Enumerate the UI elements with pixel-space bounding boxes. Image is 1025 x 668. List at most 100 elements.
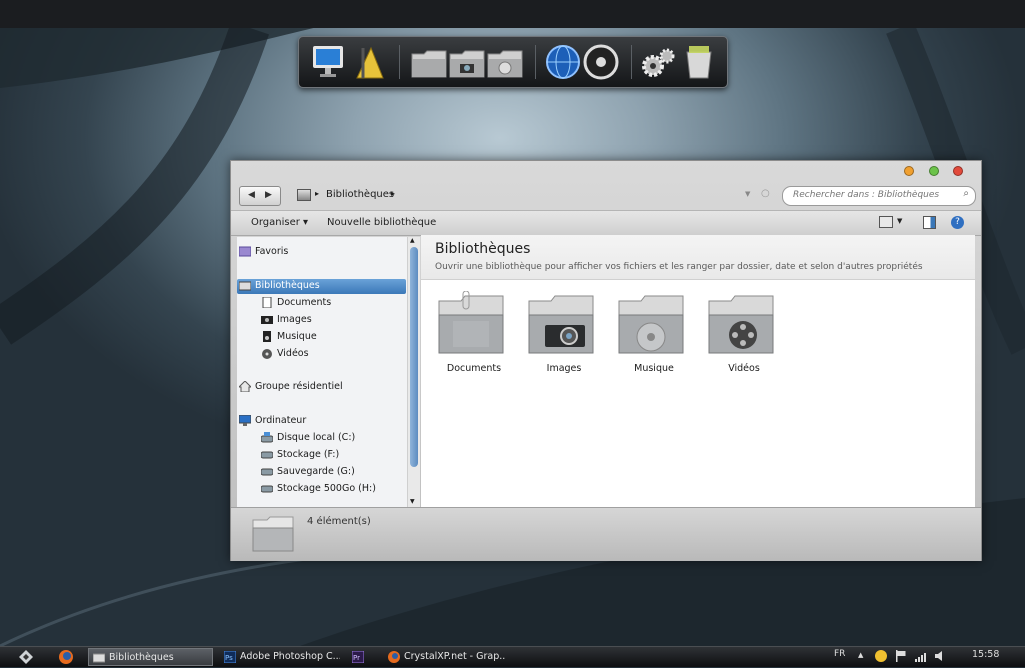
music-icon <box>263 331 271 342</box>
nav-item-documents[interactable]: Documents <box>262 297 331 308</box>
system-drive-icon <box>261 432 273 443</box>
page-subtitle: Ouvrir une bibliothèque pour afficher vo… <box>435 262 923 272</box>
svg-text:Ps: Ps <box>225 654 233 662</box>
breadcrumb-libraries[interactable]: Bibliothèques <box>326 189 394 200</box>
back-forward-buttons: ◀ ▶ <box>239 186 281 206</box>
nav-item-libraries[interactable]: Bibliothèques <box>239 280 320 291</box>
close-button[interactable] <box>953 166 963 176</box>
top-bar <box>0 0 1025 28</box>
firefox-quicklaunch[interactable] <box>58 649 74 665</box>
help-icon[interactable]: ? <box>951 216 964 229</box>
tile-label: Vidéos <box>728 363 760 374</box>
new-library-button[interactable]: Nouvelle bibliothèque <box>327 217 436 228</box>
computer-icon[interactable] <box>311 42 351 82</box>
tile-label: Musique <box>634 363 674 374</box>
preview-pane-icon[interactable] <box>923 216 936 229</box>
svg-text:Pr: Pr <box>353 654 360 662</box>
network-signal-icon[interactable] <box>914 649 928 666</box>
trash-icon[interactable] <box>679 42 719 82</box>
scroll-down-icon[interactable]: ▼ <box>410 498 415 505</box>
nav-item-computer[interactable]: Ordinateur <box>239 415 306 426</box>
photoshop-icon: Ps <box>224 651 236 663</box>
settings-gears-icon[interactable] <box>639 42 679 82</box>
navigation-pane: Favoris Bibliothèques Documents Images M… <box>237 237 407 507</box>
nav-item-videos[interactable]: Vidéos <box>262 348 309 359</box>
tile-label: Documents <box>446 363 502 374</box>
nav-item-favorites[interactable]: Favoris <box>239 246 288 257</box>
music-folder-icon <box>618 295 684 354</box>
explorer-window: ◀ ▶ ▸ Bibliothèques ▸ ▼ ○ ⌕ Organiser ▾ … <box>230 160 982 561</box>
videos-folder-icon <box>708 295 774 354</box>
nav-item-images[interactable]: Images <box>261 314 312 325</box>
maximize-button[interactable] <box>928 166 939 176</box>
organize-button[interactable]: Organiser ▾ <box>251 217 308 228</box>
nav-item-homegroup[interactable]: Groupe résidentiel <box>239 381 343 392</box>
browser-globe-icon[interactable] <box>543 42 583 82</box>
nav-item-music[interactable]: Musique <box>263 331 317 342</box>
action-center-flag-icon[interactable] <box>895 649 907 666</box>
documents-folder-icon[interactable] <box>409 42 449 82</box>
back-arrow-icon[interactable]: ◀ <box>248 190 255 200</box>
search-input[interactable] <box>791 189 955 201</box>
music-folder-icon[interactable] <box>485 42 525 82</box>
command-bar: Organiser ▾ Nouvelle bibliothèque ▼ ? <box>231 210 981 236</box>
window-controls <box>893 166 963 179</box>
tools-icon[interactable] <box>349 42 389 82</box>
libraries-icon <box>93 653 105 663</box>
firefox-icon <box>59 650 73 664</box>
forward-arrow-icon[interactable]: ▶ <box>265 190 272 200</box>
breadcrumb-dropdown-icon[interactable]: ▸ <box>391 189 395 198</box>
hard-drive-icon <box>261 451 273 459</box>
task-premiere[interactable]: Pr <box>348 648 376 666</box>
tray-expand-icon[interactable]: ▲ <box>858 651 863 659</box>
details-pane: 4 élément(s) <box>231 507 981 561</box>
libraries-folder-icon <box>252 516 294 552</box>
libraries-icon <box>297 189 311 201</box>
view-options-icon[interactable] <box>879 216 893 228</box>
breadcrumb-separator-icon: ▸ <box>315 189 320 198</box>
film-reel-icon <box>262 349 272 359</box>
history-dropdown-icon[interactable]: ▼ <box>745 190 750 198</box>
task-photoshop[interactable]: Ps Adobe Photoshop C... <box>220 648 340 666</box>
start-button[interactable] <box>18 649 34 665</box>
premiere-icon: Pr <box>352 651 364 663</box>
library-tile-music[interactable]: Musique <box>613 291 695 374</box>
library-tile-videos[interactable]: Vidéos <box>703 291 785 374</box>
nav-item-drive-g[interactable]: Sauvegarde (G:) <box>261 466 355 477</box>
volume-icon[interactable] <box>934 649 948 666</box>
task-explorer[interactable]: Bibliothèques <box>88 648 213 666</box>
scrollbar-thumb[interactable] <box>410 247 418 467</box>
libraries-icon <box>239 281 251 291</box>
taskbar: Bibliothèques Ps Adobe Photoshop C... Pr… <box>0 646 1025 667</box>
language-indicator[interactable]: FR <box>834 649 845 659</box>
dock <box>298 36 728 88</box>
homegroup-icon <box>239 381 251 392</box>
hard-drive-icon <box>261 468 273 476</box>
media-player-icon[interactable] <box>581 42 621 82</box>
nav-item-drive-c[interactable]: Disque local (C:) <box>261 432 355 443</box>
pictures-folder-icon[interactable] <box>447 42 487 82</box>
camera-icon <box>261 316 273 324</box>
minimize-button[interactable] <box>904 166 914 176</box>
nav-scrollbar[interactable]: ▲ ▼ <box>407 237 420 507</box>
address-bar: ◀ ▶ ▸ Bibliothèques ▸ ▼ ○ ⌕ <box>239 186 976 206</box>
task-firefox[interactable]: CrystalXP.net - Grap... <box>384 648 506 666</box>
tile-label: Images <box>546 363 582 374</box>
clock[interactable]: 15:58 <box>972 649 999 660</box>
page-title: Bibliothèques <box>435 241 531 257</box>
search-box: ⌕ <box>782 186 976 206</box>
favorites-icon <box>239 246 251 257</box>
scroll-up-icon[interactable]: ▲ <box>410 237 415 244</box>
start-icon <box>19 650 33 664</box>
tray-app-icon[interactable] <box>874 649 888 666</box>
search-icon[interactable]: ⌕ <box>963 188 969 199</box>
document-icon <box>262 297 272 308</box>
refresh-icon[interactable]: ○ <box>761 188 770 199</box>
item-count: 4 élément(s) <box>307 516 371 527</box>
library-tile-images[interactable]: Images <box>523 291 605 374</box>
library-tile-documents[interactable]: Documents <box>433 290 515 374</box>
nav-item-drive-h[interactable]: Stockage 500Go (H:) <box>261 483 376 494</box>
view-dropdown-icon[interactable]: ▼ <box>897 217 902 225</box>
hard-drive-icon <box>261 485 273 493</box>
nav-item-drive-f[interactable]: Stockage (F:) <box>261 449 339 460</box>
